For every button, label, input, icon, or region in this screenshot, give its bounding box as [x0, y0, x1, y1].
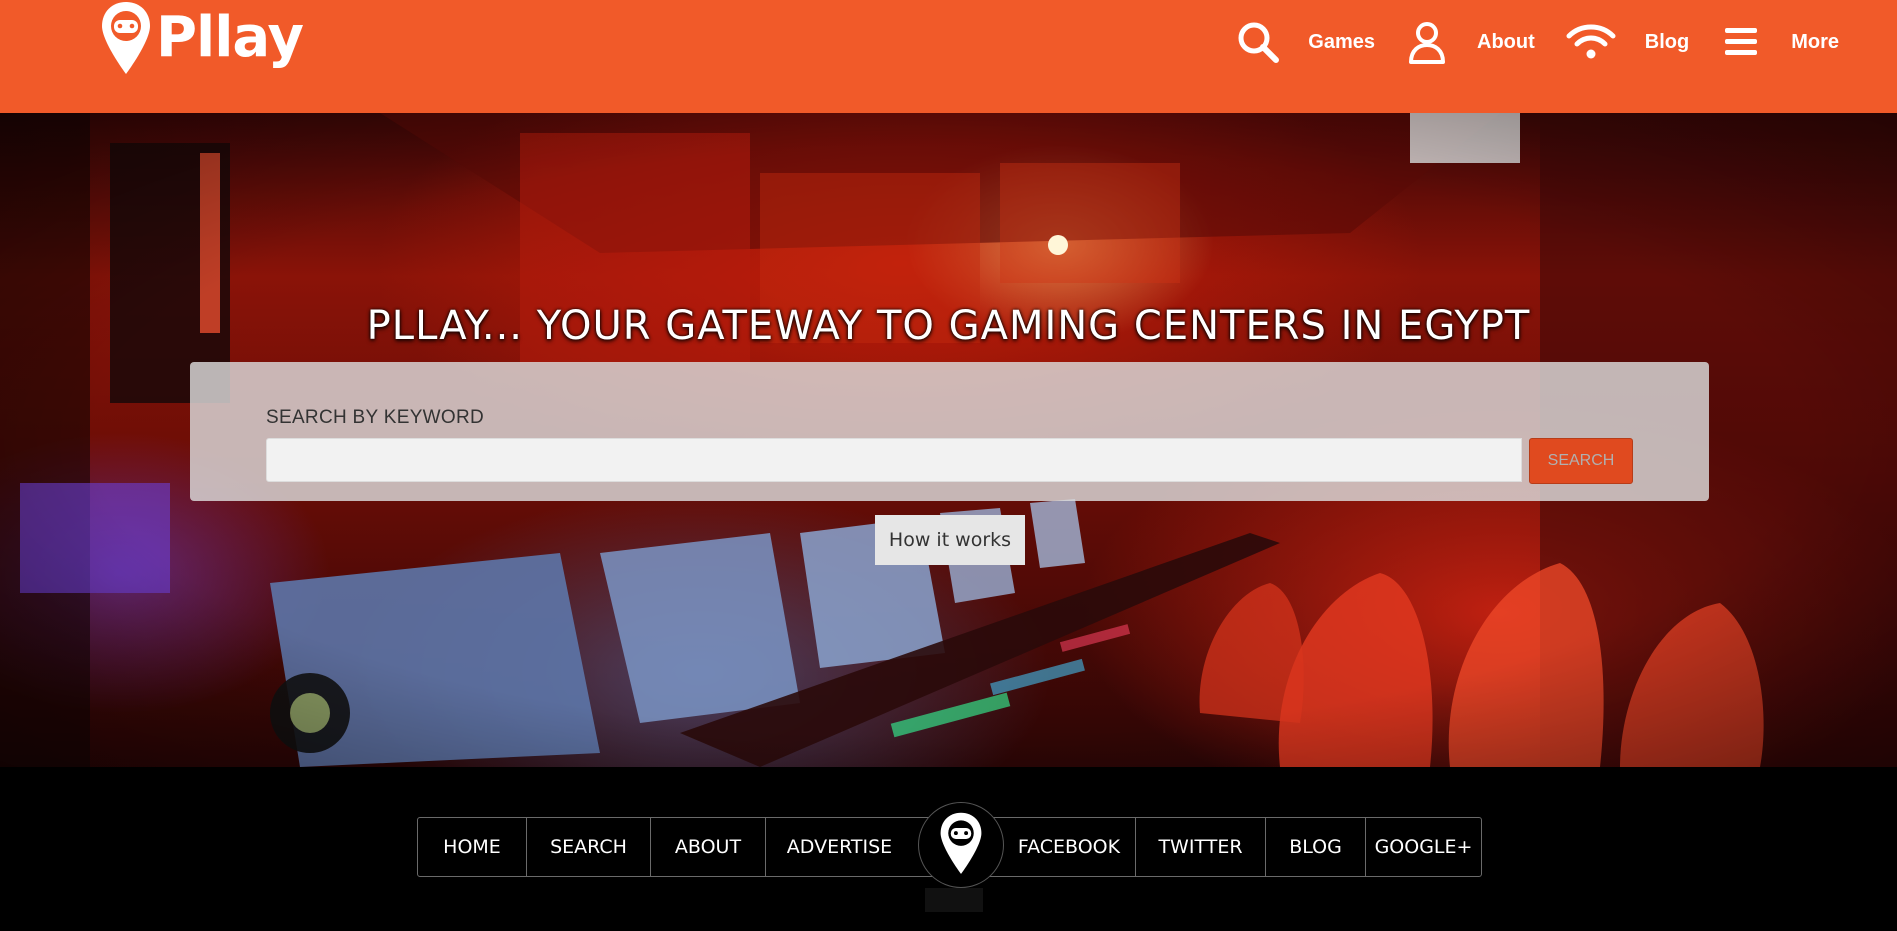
menu-icon	[1719, 20, 1763, 64]
search-icon	[1236, 20, 1280, 64]
user-icon	[1405, 20, 1449, 64]
wifi-icon	[1565, 20, 1617, 64]
site-header: Pllay Games About Blog More	[0, 0, 1897, 113]
pin-gamepad-icon	[918, 802, 1004, 888]
footer-link-home[interactable]: HOME	[418, 818, 527, 876]
nav-games-label: Games	[1308, 30, 1375, 53]
footer-link-advertise[interactable]: ADVERTISE	[766, 818, 913, 876]
footer-link-twitter[interactable]: TWITTER	[1136, 818, 1266, 876]
search-label: SEARCH BY KEYWORD	[266, 407, 485, 428]
how-it-works-button[interactable]: How it works	[875, 515, 1025, 565]
footer-link-googleplus[interactable]: GOOGLE+	[1366, 818, 1481, 876]
footer-link-search[interactable]: SEARCH	[527, 818, 651, 876]
footer-link-facebook[interactable]: FACEBOOK	[1003, 818, 1136, 876]
search-panel: SEARCH BY KEYWORD SEARCH	[190, 362, 1709, 501]
brand-logo[interactable]: Pllay	[100, 0, 304, 90]
site-footer: HOME SEARCH ABOUT ADVERTISE FACEBOOK TWI…	[0, 767, 1897, 931]
pin-gamepad-icon	[102, 2, 150, 74]
search-button[interactable]: SEARCH	[1529, 438, 1633, 484]
search-input[interactable]	[266, 438, 1522, 482]
footer-logo[interactable]	[913, 802, 1004, 912]
footer-nav: HOME SEARCH ABOUT ADVERTISE FACEBOOK TWI…	[417, 802, 1482, 912]
nav-more[interactable]: More	[1719, 20, 1839, 64]
nav-blog[interactable]: Blog	[1565, 20, 1689, 64]
footer-link-blog[interactable]: BLOG	[1266, 818, 1366, 876]
nav-more-label: More	[1791, 30, 1839, 53]
nav-about[interactable]: About	[1405, 20, 1535, 64]
hero-section: PLLAY... YOUR GATEWAY TO GAMING CENTERS …	[0, 113, 1897, 767]
nav-about-label: About	[1477, 30, 1535, 53]
main-nav: Games About Blog More	[1236, 18, 1839, 66]
footer-link-about[interactable]: ABOUT	[651, 818, 766, 876]
hero-title: PLLAY... YOUR GATEWAY TO GAMING CENTERS …	[366, 303, 1531, 349]
nav-games[interactable]: Games	[1236, 20, 1375, 64]
brand-name: Pllay	[156, 5, 304, 70]
nav-blog-label: Blog	[1644, 30, 1690, 53]
